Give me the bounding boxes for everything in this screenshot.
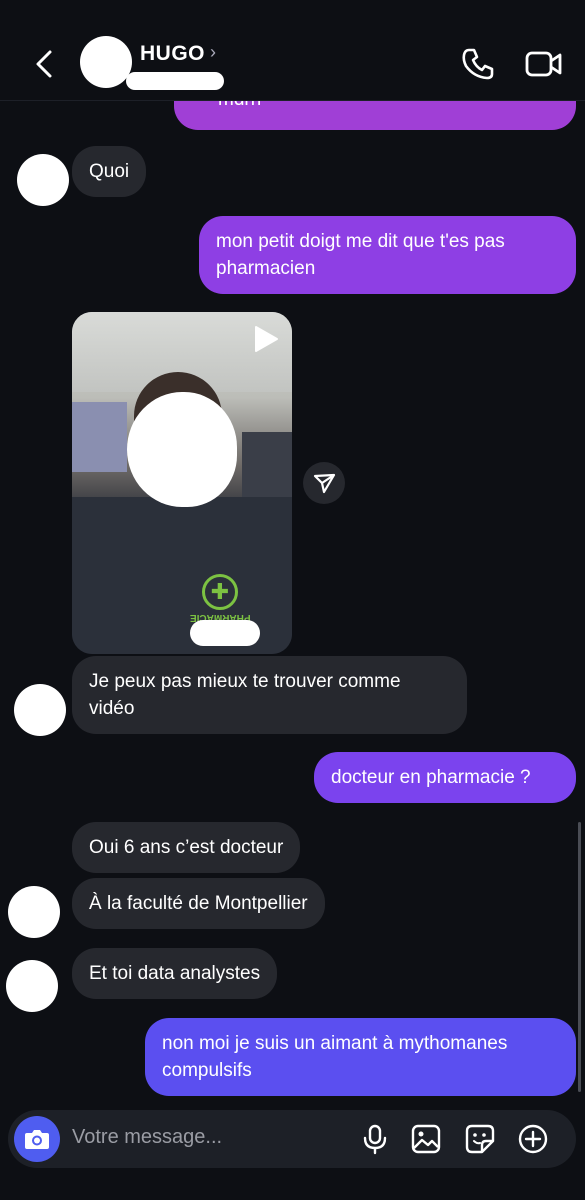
video-background [72,402,127,472]
camera-button[interactable] [14,1116,60,1162]
message-bubble-outgoing[interactable]: mon petit doigt me dit que t'es pas phar… [199,216,576,294]
message-text: mon petit doigt me dit que t'es pas phar… [216,231,505,279]
sticker-icon[interactable] [464,1123,496,1155]
message-bubble-incoming[interactable]: Quoi [72,146,147,197]
message-bubble-incoming[interactable]: Oui 6 ans c’est docteur [72,822,301,873]
contact-avatar[interactable] [80,36,132,88]
gallery-icon[interactable] [410,1123,442,1155]
send-icon [313,473,336,494]
message-bubble-incoming[interactable]: Je peux pas mieux te trouver comme vidéo [72,656,467,734]
sender-avatar[interactable] [14,684,66,736]
scrollbar[interactable] [578,822,581,1092]
sender-avatar[interactable] [6,960,58,1012]
share-button[interactable] [303,462,345,504]
message-text: Quoi [89,161,130,182]
contact-name[interactable]: HUGO [140,42,205,66]
face-redaction [127,392,237,507]
message-bubble-outgoing[interactable]: docteur en pharmacie ? [314,752,576,803]
message-text: Et toi data analystes [89,963,261,984]
contact-username-redacted [126,72,224,90]
message-text: Oui 6 ans c’est docteur [89,837,284,858]
message-bubble-incoming[interactable]: À la faculté de Montpellier [72,878,325,929]
video-message[interactable]: ✚ PHARMACIE [72,312,292,654]
microphone-icon[interactable] [359,1123,391,1155]
message-text: Je peux pas mieux te trouver comme vidéo [89,671,401,719]
message-text: docteur en pharmacie ? [331,767,531,788]
video-camera-icon[interactable] [524,46,564,82]
add-icon[interactable] [517,1123,549,1155]
pharmacy-cross-icon: ✚ [202,574,238,610]
message-input[interactable]: Votre message... [72,1126,222,1149]
play-icon[interactable] [250,324,280,354]
sender-avatar[interactable] [8,886,60,938]
camera-icon [25,1130,49,1149]
back-icon[interactable] [30,46,62,82]
sender-avatar[interactable] [17,154,69,206]
message-bubble-outgoing[interactable]: non moi je suis un aimant à mythomanes c… [145,1018,576,1096]
name-redaction [190,620,260,646]
message-text: non moi je suis un aimant à mythomanes c… [162,1033,508,1081]
message-text: À la faculté de Montpellier [89,893,308,914]
chat-header: HUGO › [0,0,585,101]
message-bubble-incoming[interactable]: Et toi data analystes [72,948,278,999]
chevron-right-icon[interactable]: › [210,42,216,63]
phone-icon[interactable] [460,46,496,82]
message-composer: Votre message... [8,1110,576,1168]
